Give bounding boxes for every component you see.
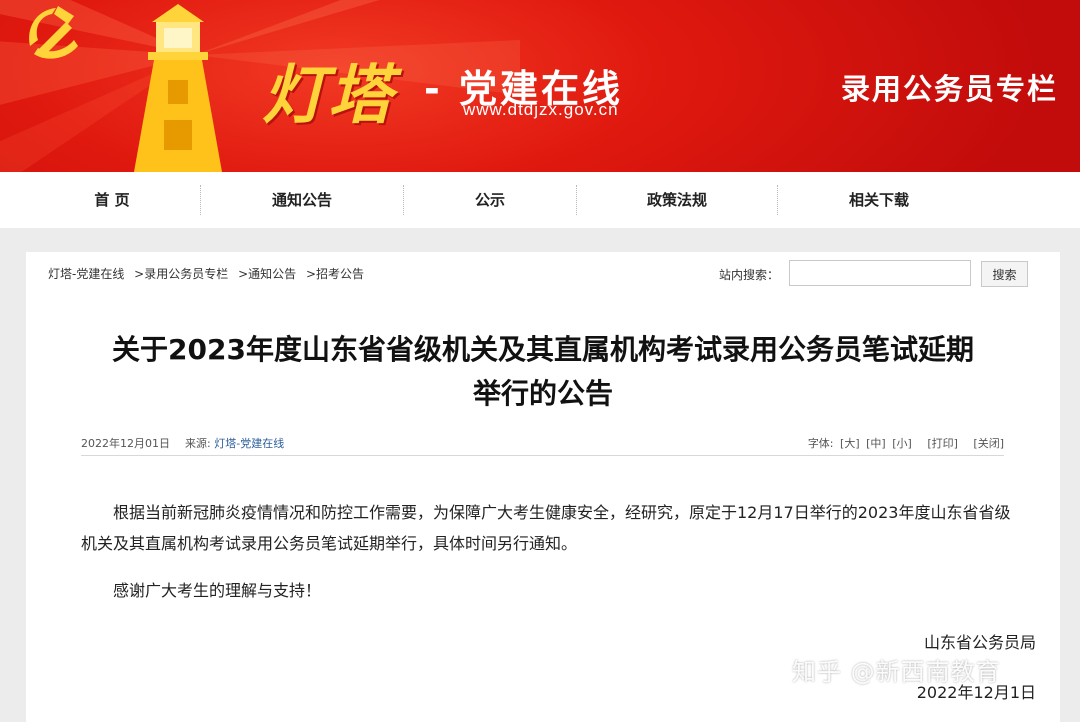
article-title-line1: 关于2023年度山东省省级机关及其直属机构考试录用公务员笔试延期	[112, 333, 974, 366]
breadcrumb-notices[interactable]: >通知公告	[238, 267, 296, 281]
breadcrumb: 灯塔-党建在线 >录用公务员专栏 >通知公告 >招考公告	[48, 265, 370, 282]
font-small-link[interactable]: [小]	[892, 437, 912, 450]
lighthouse-icon	[134, 4, 222, 172]
breadcrumb-column[interactable]: >录用公务员专栏	[134, 267, 228, 281]
site-url: www.dtdjzx.gov.cn	[463, 100, 619, 119]
font-medium-link[interactable]: [中]	[866, 437, 886, 450]
nav-item-notices[interactable]: 通知公告	[252, 172, 352, 228]
font-large-link[interactable]: [大]	[840, 437, 860, 450]
print-link[interactable]: [打印]	[927, 437, 958, 450]
nav-separator	[200, 185, 201, 215]
article-source: 来源: 灯塔-党建在线	[185, 435, 284, 451]
column-title: 录用公务员专栏	[840, 72, 1058, 106]
source-link[interactable]: 灯塔-党建在线	[214, 437, 284, 450]
search-input[interactable]	[789, 260, 971, 286]
brand-name: 灯塔	[262, 58, 394, 133]
nav-item-downloads[interactable]: 相关下载	[829, 172, 929, 228]
signature-org: 山东省公务员局	[923, 633, 1036, 652]
search-label: 站内搜索：	[719, 268, 780, 282]
meta-divider	[81, 455, 1004, 456]
nav-separator	[777, 185, 778, 215]
article-paragraph-2: 感谢广大考生的理解与支持！	[113, 581, 322, 600]
party-emblem-icon	[29, 6, 78, 59]
article-paragraph-1: 根据当前新冠肺炎疫情情况和防控工作需要，为保障广大考生健康安全，经研究，原定于1…	[81, 497, 1031, 559]
publish-date: 2022年12月01日	[81, 437, 170, 450]
article-title-line2: 举行的公告	[472, 377, 613, 410]
paragraph-1-line-1: 根据当前新冠肺炎疫情情况和防控工作需要，为保障广大考生健康安全，经研究，原定于1…	[113, 503, 1011, 522]
source-label: 来源:	[185, 437, 211, 450]
nav-separator	[403, 185, 404, 215]
site-banner: 灯塔 - 党建在线 www.dtdjzx.gov.cn 录用公务员专栏	[0, 0, 1080, 172]
article-tools: 字体: [大] [中] [小] [打印] [关闭]	[808, 435, 1004, 451]
nav-item-publicity[interactable]: 公示	[440, 172, 540, 228]
nav-separator	[576, 185, 577, 215]
paragraph-1-line-2: 机关及其直属机构考试录用公务员笔试延期举行，具体时间另行通知。	[81, 534, 578, 553]
breadcrumb-recruitment[interactable]: >招考公告	[306, 267, 364, 281]
watermark: 知乎 @新西南教育	[792, 658, 1001, 686]
article-title: 关于2023年度山东省省级机关及其直属机构考试录用公务员笔试延期 举行的公告	[26, 328, 1060, 416]
breadcrumb-home[interactable]: 灯塔-党建在线	[48, 267, 124, 281]
nav-item-policies[interactable]: 政策法规	[627, 172, 727, 228]
search-button[interactable]: 搜索	[981, 261, 1028, 287]
font-size-label: 字体:	[807, 437, 834, 450]
close-link[interactable]: [关闭]	[973, 437, 1004, 450]
nav-item-home[interactable]: 首 页	[62, 172, 162, 228]
main-nav: 首 页 通知公告 公示 政策法规 相关下载	[0, 172, 1080, 228]
